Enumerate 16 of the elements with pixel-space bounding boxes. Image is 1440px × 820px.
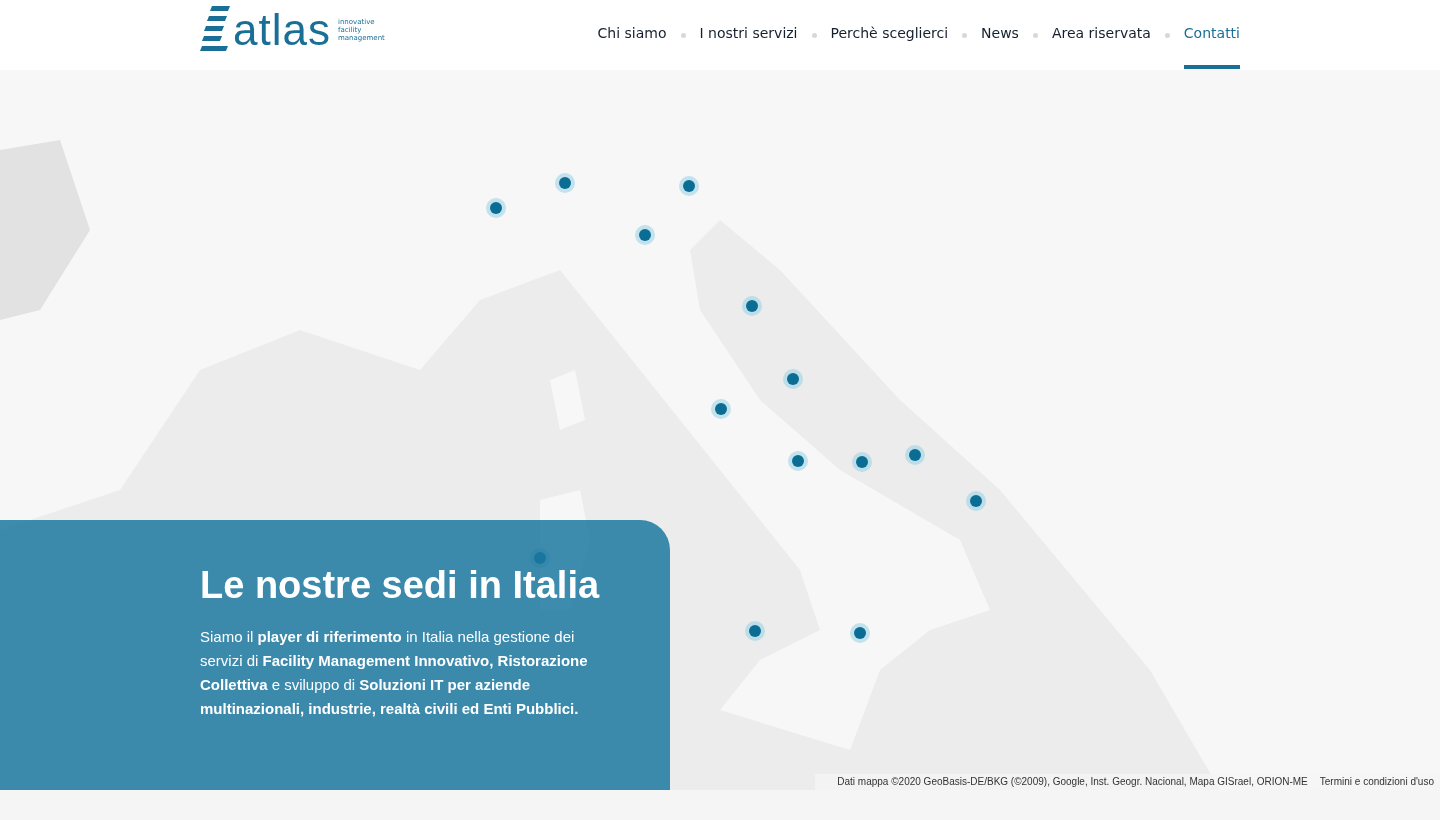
separator-dot (680, 32, 686, 38)
terms-link[interactable]: Termini e condizioni d'uso (1319, 776, 1434, 787)
nav-link[interactable]: Perchè sceglierci (830, 1, 949, 69)
separator-dot (1032, 32, 1038, 38)
separator-dot (811, 32, 817, 38)
separator-dot (1164, 32, 1170, 38)
hero-title: Le nostre sedi in Italia (200, 564, 601, 607)
nav-link[interactable]: Chi siamo (597, 1, 667, 69)
hero-text: Siamo il player di riferimento in Italia nella gestione dei servizi di Facility Management Innovativo, Ristorazione Collettiva e sviluppo di Soluzioni IT per aziende multinazionali, industrie, realtà civili ed Enti Pubblici. (200, 627, 589, 719)
separator-dot (962, 32, 968, 38)
nav-link[interactable]: I nostri servizi (699, 1, 798, 69)
map-attribution: Dati mappa ©2020 GeoBasis-DE/BKG (©2009), Google, Inst. Geogr. Nacional, Mapa GISrael, ORION-ME (837, 776, 1308, 787)
nav-link[interactable]: Area riservata (1051, 1, 1151, 69)
stripes-logo-icon (200, 6, 230, 54)
logo-wordmark[interactable]: atlas (233, 8, 331, 52)
nav-link[interactable]: News (981, 1, 1019, 69)
